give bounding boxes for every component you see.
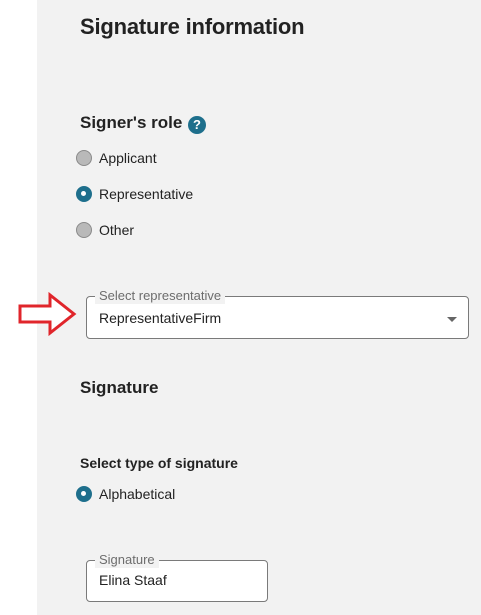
signature-field-value: Elina Staaf [99,572,167,588]
radio-label: Representative [99,186,194,202]
radio-button-selected-icon[interactable] [76,486,92,502]
select-representative-value: RepresentativeFirm [99,310,222,326]
select-representative-dropdown[interactable]: Select representative RepresentativeFirm [86,288,469,339]
caret-down-icon[interactable] [447,317,457,322]
signature-type-heading: Select type of signature [80,455,238,471]
radio-label: Applicant [99,150,157,166]
radio-button-icon[interactable] [76,150,92,166]
signature-heading: Signature [80,378,159,397]
signature-input[interactable]: Signature Elina Staaf [86,552,268,602]
radio-option-applicant[interactable]: Applicant [76,150,157,166]
radio-button-icon[interactable] [76,222,92,238]
page-title: Signature information [80,14,305,39]
radio-label: Alphabetical [99,486,176,502]
radio-option-representative[interactable]: Representative [76,186,193,202]
select-representative-label: Select representative [95,288,226,304]
signature-field-label: Signature [95,552,159,568]
help-icon[interactable]: ? [188,116,206,134]
radio-option-alphabetical[interactable]: Alphabetical [76,486,175,502]
radio-label: Other [99,222,135,238]
signers-role-heading: Signer's role [80,113,183,132]
annotation-arrow-icon [18,292,77,336]
radio-option-other[interactable]: Other [76,222,134,238]
radio-button-selected-icon[interactable] [76,186,92,202]
